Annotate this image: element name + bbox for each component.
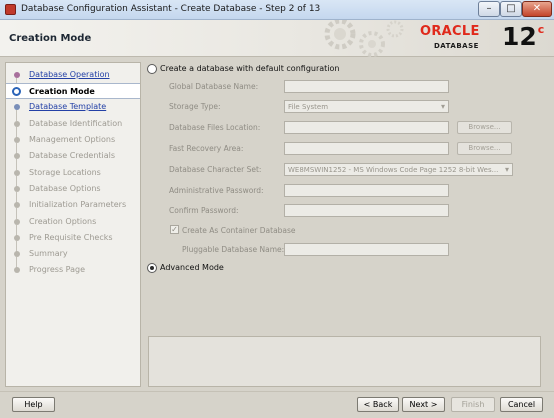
admin-password-field[interactable] [284,184,449,197]
step-label: Database Credentials [29,151,116,160]
cancel-button[interactable]: Cancel [500,397,543,412]
window-title-bar[interactable]: Database Configuration Assistant - Creat… [0,0,554,20]
step-label: Creation Mode [29,87,95,96]
default-config-radio[interactable] [147,64,157,74]
step-indicator-icon [14,121,20,127]
page-header: Creation Mode ORACLE DATABASE 12c [0,20,554,57]
step-database-operation[interactable]: Database Operation [6,67,140,89]
step-indicator-icon [14,251,20,257]
oracle-logo: ORACLE DATABASE [420,24,510,54]
container-db-checkbox[interactable]: ✓ [170,225,179,234]
pluggable-db-name-field[interactable] [284,243,449,256]
step-indicator-icon [14,104,20,110]
confirm-password-field[interactable] [284,204,449,217]
db-files-location-label: Database Files Location: [169,123,261,132]
step-indicator-icon [14,219,20,225]
version-suffix: c [537,22,545,36]
step-indicator-icon [14,137,20,143]
step-indicator-icon [14,267,20,273]
window-title: Database Configuration Assistant - Creat… [21,4,321,14]
step-storage-locations: Storage Locations [6,165,140,187]
step-label: Database Options [29,184,101,193]
step-management-options: Management Options [6,132,140,154]
step-label: Database Identification [29,119,123,128]
next-button[interactable]: Next > [402,397,445,412]
app-icon [5,4,16,15]
step-label: Database Template [29,102,107,111]
minimize-button[interactable]: – [478,1,500,17]
finish-button[interactable]: Finish [451,397,495,412]
pluggable-db-name-label: Pluggable Database Name: [182,245,285,254]
db-files-browse-button[interactable]: Browse... [457,121,512,134]
step-label: Creation Options [29,217,97,226]
admin-password-label: Administrative Password: [169,186,264,195]
step-creation-mode[interactable]: Creation Mode [6,83,140,99]
oracle-logo-word: ORACLE [420,24,480,39]
container-db-label: Create As Container Database [182,226,296,235]
steps-sidebar: Database Operation Creation Mode Databas… [5,62,141,387]
step-indicator-icon [14,235,20,241]
db-character-set-label: Database Character Set: [169,165,262,174]
description-panel [148,336,541,387]
step-pre-requisite-checks: Pre Requisite Checks [6,230,140,252]
confirm-password-label: Confirm Password: [169,206,239,215]
storage-type-label: Storage Type: [169,102,221,111]
version-badge: 12c [502,22,544,51]
maximize-button[interactable]: □ [500,1,522,17]
creation-mode-panel: Create a database with default configura… [143,62,549,334]
advanced-mode-radio[interactable] [147,263,157,273]
default-config-label[interactable]: Create a database with default configura… [160,64,339,73]
back-button[interactable]: < Back [357,397,399,412]
step-label: Management Options [29,135,116,144]
storage-type-select[interactable]: File System [284,100,449,113]
version-number: 12 [502,22,537,51]
step-creation-options: Creation Options [6,214,140,236]
page-title: Creation Mode [9,33,92,44]
close-button[interactable]: ✕ [522,1,552,17]
step-database-identification: Database Identification [6,116,140,138]
step-database-credentials: Database Credentials [6,148,140,170]
oracle-logo-database: DATABASE [434,42,479,50]
footer-bar: Help < Back Next > Finish Cancel [0,391,554,418]
step-label: Storage Locations [29,168,101,177]
step-label: Progress Page [29,265,86,274]
global-db-name-field[interactable] [284,80,449,93]
step-database-options: Database Options [6,181,140,203]
step-indicator-icon [14,202,20,208]
current-step-indicator-icon [12,87,21,96]
step-initialization-parameters: Initialization Parameters [6,197,140,219]
step-indicator-icon [14,153,20,159]
step-label: Pre Requisite Checks [29,233,113,242]
global-db-name-label: Global Database Name: [169,82,259,91]
step-label: Database Operation [29,70,110,79]
step-database-template[interactable]: Database Template [6,99,140,121]
step-progress-page: Progress Page [6,262,140,278]
fast-recovery-area-field[interactable] [284,142,449,155]
help-button[interactable]: Help [12,397,55,412]
step-indicator-icon [14,186,20,192]
recovery-area-browse-button[interactable]: Browse... [457,142,512,155]
fast-recovery-area-label: Fast Recovery Area: [169,144,244,153]
advanced-mode-label[interactable]: Advanced Mode [160,263,224,272]
step-indicator-icon [14,170,20,176]
step-indicator-icon [14,72,20,78]
step-label: Summary [29,249,68,258]
step-summary: Summary [6,246,140,268]
step-label: Initialization Parameters [29,200,127,209]
db-character-set-select[interactable]: WE8MSWIN1252 - MS Windows Code Page 1252… [284,163,513,176]
db-files-location-field[interactable] [284,121,449,134]
gears-decoration-icon [324,20,404,57]
